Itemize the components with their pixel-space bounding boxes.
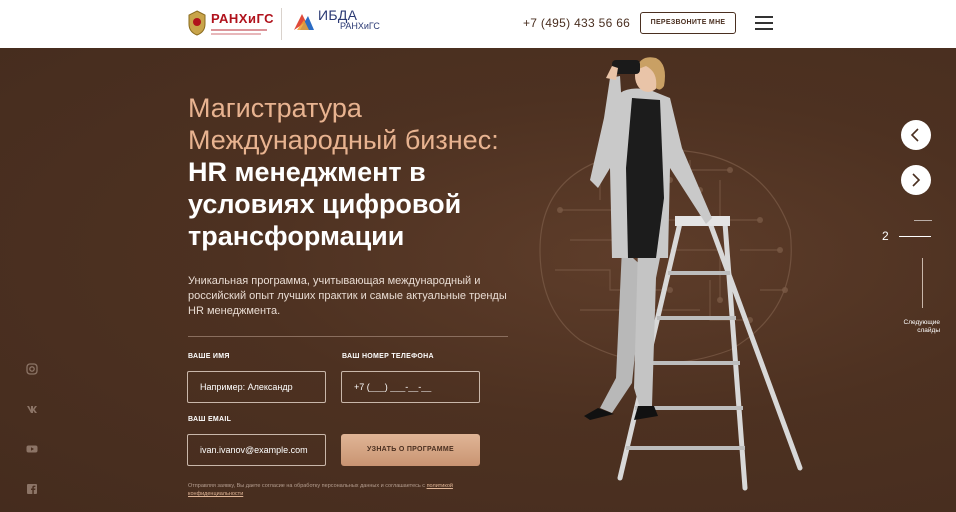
ranepa-logo[interactable]: РАНХиГС <box>187 10 274 36</box>
divider <box>188 336 508 337</box>
submit-button[interactable]: УЗНАТЬ О ПРОГРАММЕ <box>341 434 480 466</box>
current-slide-number: 2 <box>882 229 889 243</box>
hero-subtitle: HR менеджмент в условиях цифровой трансф… <box>188 157 462 251</box>
consent-text: Отправляя заявку, Вы даете согласие на о… <box>188 482 488 498</box>
email-label: ВАШ EMAIL <box>188 416 232 423</box>
emblem-icon <box>188 10 206 36</box>
ibda-logo-subtext: РАНХиГС <box>340 21 380 31</box>
logo-text: РАНХиГС <box>211 10 275 26</box>
chevron-left-icon <box>910 128 919 142</box>
hero-description: Уникальная программа, учитывающая междун… <box>188 275 507 317</box>
slide-progress-line <box>922 258 923 308</box>
prev-slide-button[interactable] <box>901 120 931 150</box>
facebook-icon[interactable] <box>26 483 38 495</box>
hero-image-woman-on-ladder <box>584 57 803 491</box>
chevron-right-icon <box>912 173 921 187</box>
phone-label: ВАШ НОМЕР ТЕЛЕФОНА <box>342 353 434 360</box>
hero-title-line2: Международный бизнес: <box>188 125 499 155</box>
hero-title-line1: Магистратура <box>188 93 362 123</box>
ibda-logo[interactable]: ИБДА РАНХиГС <box>292 7 380 32</box>
hamburger-icon[interactable] <box>755 16 773 30</box>
instagram-icon[interactable] <box>26 363 38 375</box>
name-label: ВАШЕ ИМЯ <box>188 353 230 360</box>
consent-body: Отправляя заявку, Вы даете согласие на о… <box>188 483 427 489</box>
logo-divider <box>281 8 282 40</box>
next-slide-button[interactable] <box>901 165 931 195</box>
active-slide-indicator[interactable] <box>899 236 931 237</box>
youtube-icon[interactable] <box>26 443 38 455</box>
ibda-mark-icon <box>294 14 314 30</box>
email-input[interactable] <box>187 434 326 466</box>
site-header: РАНХиГС ИБДА РАНХиГС +7 (495) 433 56 66 … <box>0 0 956 48</box>
callback-button[interactable]: ПЕРЕЗВОНИТЕ МНЕ <box>640 12 736 34</box>
hero-title: Магистратура Международный бизнес: <box>188 92 499 156</box>
vk-icon[interactable] <box>26 403 38 415</box>
name-input[interactable] <box>187 371 326 403</box>
phone-input[interactable] <box>341 371 480 403</box>
slide-indicator-line[interactable] <box>914 220 932 221</box>
ibda-logo-text: ИБДА <box>318 7 358 23</box>
phone-link[interactable]: +7 (495) 433 56 66 <box>523 16 630 30</box>
next-slides-label: Следующие слайды <box>903 319 940 334</box>
